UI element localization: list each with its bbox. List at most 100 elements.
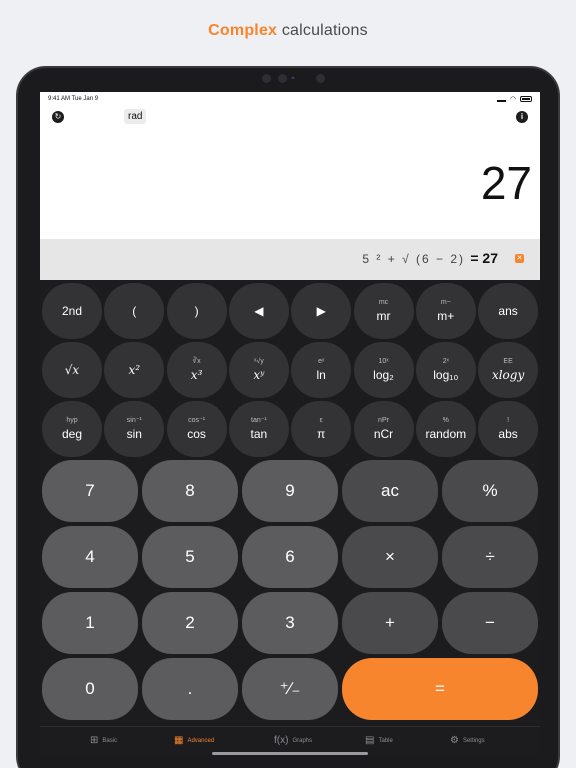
key-label: − [485, 613, 495, 632]
key-label: ans [498, 304, 518, 318]
sci-key[interactable]: hyp deg [42, 401, 102, 457]
tab-basic[interactable]: ⊞ Basic [90, 735, 117, 746]
sci-key[interactable]: mc mr [353, 283, 414, 339]
keypad: 2nd () ◀ ▶ mc mr m− m+ ans √x x² ∛x x³ ˣ√y xʸ eˣ ln 10ˣ lo… [40, 280, 540, 726]
key-label: 0 [85, 679, 95, 698]
key-label: π [317, 427, 326, 441]
key-secondary-label: % [442, 417, 449, 424]
sci-key[interactable]: eˣ ln [291, 342, 352, 398]
key-secondary-label: tan⁻¹ [251, 417, 267, 424]
key-label: ÷ [485, 547, 495, 566]
number-key[interactable]: 5 [142, 526, 238, 588]
sci-key[interactable]: ▶ [291, 283, 352, 339]
number-key[interactable]: ac [342, 460, 438, 522]
key-secondary-label: nPr [378, 417, 389, 424]
tab-graphs[interactable]: f(x) Graphs [274, 735, 312, 746]
number-key[interactable]: + [342, 592, 438, 654]
sci-key[interactable]: sin⁻¹ sin [104, 401, 165, 457]
number-key[interactable]: 1 [42, 592, 138, 654]
tab-settings[interactable]: ⚙ Settings [450, 735, 485, 746]
sci-key[interactable]: ( [104, 283, 165, 339]
tab-table[interactable]: ▤ Table [365, 735, 393, 746]
reset-icon[interactable]: ↻ [52, 111, 64, 123]
equals-button[interactable]: = [342, 658, 538, 720]
key-label: random [425, 427, 467, 441]
key-label: 3 [285, 613, 295, 632]
status-date: Tue Jan 9 [71, 96, 99, 102]
camera-bar: ⌃ [250, 72, 340, 86]
angle-mode-badge[interactable]: rad [124, 109, 147, 124]
key-label: % [482, 481, 498, 500]
number-key[interactable]: . [142, 658, 238, 720]
sci-key[interactable]: ◀ [228, 283, 289, 339]
expression-input: 5 ² + √ (6 − 2) [362, 252, 466, 266]
key-secondary-label: ∛x [192, 358, 201, 365]
key-secondary-label: mc [378, 299, 389, 306]
sci-key[interactable]: EE xlogy [478, 342, 539, 398]
key-secondary-label: ˣ√y [254, 358, 264, 365]
number-key[interactable]: 9 [242, 460, 338, 522]
tab-bar: ⊞ Basic ▦ Advanced f(x) Graphs ▤ Table ⚙ Settings [40, 726, 540, 756]
sci-key[interactable]: επ [291, 401, 352, 457]
number-key[interactable]: 4 [42, 526, 138, 588]
key-label: . [187, 679, 193, 698]
headline-accent: Complex [208, 22, 278, 39]
number-key[interactable]: ⁺∕₋ [242, 658, 338, 720]
key-secondary-label: m− [440, 299, 451, 306]
tab-advanced[interactable]: ▦ Advanced [174, 735, 214, 746]
number-key[interactable]: ÷ [442, 526, 538, 588]
keypad-icon: ▦ [174, 735, 184, 746]
camera-icon [262, 74, 271, 83]
number-key[interactable]: 2 [142, 592, 238, 654]
key-label: 5 [185, 547, 195, 566]
settings-icon: ⚙ [450, 735, 459, 746]
info-icon[interactable]: i [516, 111, 528, 123]
tablet-frame: ⌃ 9:41 AM Tue Jan 9 ◠ ↻ rad i 27 5 ² + √… [16, 66, 560, 768]
key-label: 2 [185, 613, 195, 632]
backspace-icon[interactable]: ✕ [515, 254, 524, 263]
sci-key[interactable]: 10ˣ log₂ [353, 342, 414, 398]
number-key[interactable]: 7 [42, 460, 138, 522]
key-label: ) [194, 304, 199, 318]
sci-key[interactable]: ) [166, 283, 227, 339]
key-label: cos [187, 427, 206, 441]
sci-key[interactable]: √x [42, 342, 102, 398]
tab-label: Settings [462, 737, 485, 744]
sci-key[interactable]: 2ˣ log₁₀ [415, 342, 476, 398]
sci-key[interactable]: nPr nCr [353, 401, 414, 457]
sci-key[interactable]: 2nd [42, 283, 102, 339]
key-label: sin [126, 427, 142, 441]
status-time: 9:41 AM [48, 96, 71, 102]
key-secondary-label: sin⁻¹ [126, 417, 142, 424]
key-label: ac [381, 481, 399, 500]
expression-result: = 27 [470, 250, 498, 266]
signal-icon [496, 97, 506, 102]
number-key[interactable]: 3 [242, 592, 338, 654]
number-key[interactable]: 6 [242, 526, 338, 588]
sci-key[interactable]: x² [104, 342, 165, 398]
number-key[interactable]: − [442, 592, 538, 654]
sci-key[interactable]: m− m+ [415, 283, 476, 339]
sci-key[interactable]: ∛x x³ [166, 342, 227, 398]
key-label: 1 [85, 613, 95, 632]
expression-bar: 5 ² + √ (6 − 2) = 27 ✕ [40, 239, 540, 280]
sci-key[interactable]: ans [478, 283, 539, 339]
key-secondary-label: cos⁻¹ [188, 417, 206, 424]
sci-key[interactable]: ! abs [478, 401, 539, 457]
key-label: ◀ [254, 304, 264, 318]
sci-key[interactable]: tan⁻¹ tan [228, 401, 289, 457]
number-key[interactable]: % [442, 460, 538, 522]
sci-key[interactable]: ˣ√y xʸ [228, 342, 289, 398]
key-label: log₂ [373, 368, 394, 382]
key-label: log₁₀ [433, 368, 459, 382]
sci-key[interactable]: cos⁻¹ cos [166, 401, 227, 457]
tab-label: Basic [102, 737, 118, 744]
key-label: ( [132, 304, 137, 318]
key-label: ▶ [316, 304, 326, 318]
number-key[interactable]: × [342, 526, 438, 588]
number-key[interactable]: 8 [142, 460, 238, 522]
camera-icon [278, 74, 287, 83]
number-key[interactable]: 0 [42, 658, 138, 720]
key-label: √x [64, 363, 80, 377]
sci-key[interactable]: % random [415, 401, 476, 457]
